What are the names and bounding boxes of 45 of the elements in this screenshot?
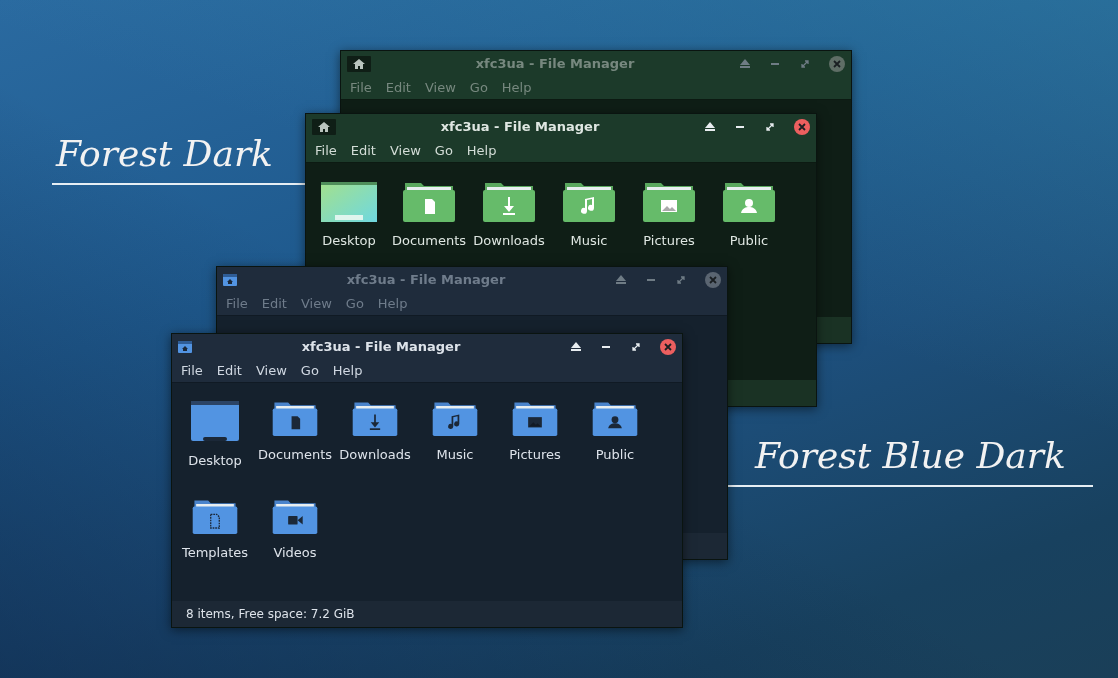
menu-item[interactable]: Go (293, 360, 326, 381)
status-text: 8 items, Free space: 7.2 GiB (186, 606, 355, 623)
folder-item[interactable]: Downloads (335, 399, 415, 471)
window-title: xfc3ua - File Manager (474, 54, 636, 73)
close-icon[interactable] (660, 338, 676, 355)
restore-icon[interactable] (764, 120, 776, 133)
menu-item[interactable]: Go (427, 140, 460, 161)
menu-item[interactable]: Help (325, 360, 370, 381)
folder-item[interactable]: Templates (175, 496, 255, 562)
eject-icon[interactable] (704, 120, 716, 133)
menu-item[interactable]: File (174, 360, 210, 381)
menu-item[interactable]: Edit (209, 360, 249, 381)
folder-item[interactable]: Public (709, 179, 789, 251)
folder-item[interactable]: Downloads (469, 179, 549, 251)
window-title: xfc3ua - File Manager (439, 117, 601, 136)
folder-item[interactable]: Documents (255, 399, 335, 471)
caption: Forest Blue Dark (755, 438, 1066, 474)
folder-item[interactable]: Pictures (495, 399, 575, 471)
eject-icon[interactable] (570, 340, 582, 353)
folder-item[interactable]: Public (575, 399, 655, 471)
folder-item[interactable]: Desktop (309, 179, 389, 251)
close-icon[interactable] (829, 55, 845, 72)
menu-item[interactable]: File (308, 140, 344, 161)
menu-item[interactable]: Edit (343, 140, 383, 161)
window-title: xfc3ua - File Manager (300, 337, 462, 356)
close-icon[interactable] (794, 118, 810, 135)
folder-item[interactable]: Music (415, 399, 495, 471)
home-icon (223, 273, 237, 286)
menu-item[interactable]: Help (459, 140, 504, 161)
home-icon (347, 55, 371, 72)
desktop-icon (321, 179, 377, 223)
home-icon (312, 118, 336, 135)
folder-item[interactable]: Music (549, 179, 629, 251)
window-title: xfc3ua - File Manager (345, 270, 507, 289)
restore-icon[interactable] (630, 340, 642, 353)
menu-item[interactable]: View (248, 360, 294, 381)
home-icon (178, 340, 192, 353)
desktop-icon (191, 399, 239, 443)
close-icon[interactable] (705, 271, 721, 288)
menu-item[interactable]: View (382, 140, 428, 161)
folder-item[interactable]: Pictures (629, 179, 709, 251)
folder-item[interactable]: Videos (255, 496, 335, 562)
folder-item[interactable]: Desktop (175, 399, 255, 471)
folder-item[interactable]: Documents (389, 179, 469, 251)
caption: Forest Dark (56, 136, 273, 172)
